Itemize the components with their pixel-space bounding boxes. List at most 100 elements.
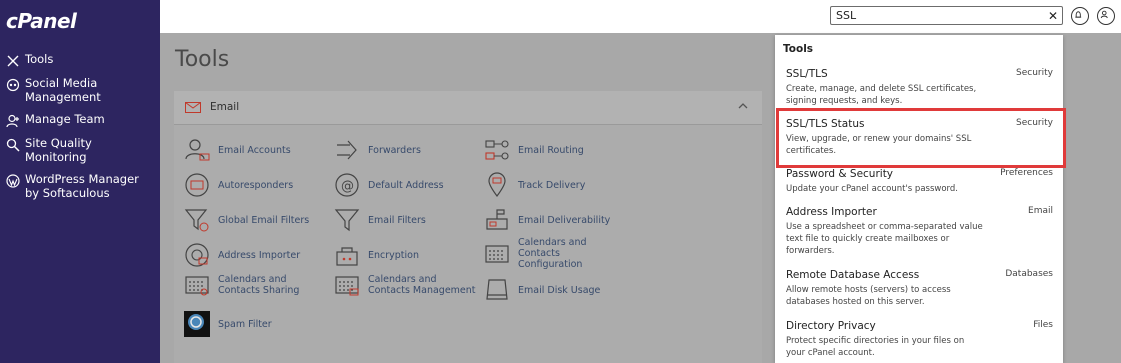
page-title: Tools — [175, 47, 230, 72]
email-accounts-icon — [185, 139, 210, 161]
tool-default-address[interactable]: @ Default Address — [334, 172, 444, 198]
result-category: Databases — [1005, 269, 1053, 279]
sidebar-item-label: Site Quality Monitoring — [25, 136, 92, 164]
result-description: Create, manage, and delete SSL certifica… — [786, 84, 977, 106]
close-icon[interactable]: ✕ — [1048, 8, 1058, 24]
tool-label: Encryption — [368, 249, 420, 261]
tool-track-delivery[interactable]: Track Delivery — [484, 172, 585, 198]
search-results-dropdown: Tools SSL/TLS Security Create, manage, a… — [775, 35, 1063, 363]
email-routing-icon — [485, 140, 509, 160]
calendars-sharing-icon — [185, 276, 209, 296]
encryption-icon — [336, 247, 358, 266]
bell-icon — [1075, 11, 1082, 18]
tool-label: Email Deliverability — [518, 214, 611, 226]
search-input[interactable] — [836, 8, 1036, 23]
panel-title: Email — [210, 101, 240, 113]
tool-address-importer[interactable]: Address Importer — [184, 242, 300, 268]
sidebar-item-manage-team[interactable]: Manage Team — [0, 112, 160, 128]
sidebar-item-site-quality[interactable]: Site Quality Monitoring — [0, 136, 160, 164]
tool-email-filters[interactable]: Email Filters — [334, 207, 426, 233]
forwarders-icon — [337, 140, 357, 160]
tool-label: Calendars and Contacts Management — [368, 274, 476, 296]
social-media-icon — [6, 78, 20, 92]
result-category: Files — [1033, 320, 1053, 330]
wordpress-icon — [6, 174, 20, 188]
global-email-filters-icon — [184, 209, 209, 232]
tool-encryption[interactable]: Encryption — [334, 242, 419, 268]
calendars-config-icon — [485, 244, 509, 263]
svg-text:@: @ — [341, 179, 354, 194]
email-disk-usage-icon — [486, 279, 508, 300]
email-filters-icon — [334, 209, 360, 232]
sidebar-item-tools[interactable]: Tools — [0, 52, 160, 68]
tool-label: Autoresponders — [218, 179, 294, 191]
tool-email-routing[interactable]: Email Routing — [484, 137, 584, 163]
user-icon — [1100, 10, 1108, 19]
cpanel-logo[interactable]: cPanel — [6, 9, 77, 33]
result-description: Use a spreadsheet or comma-separated val… — [786, 222, 983, 256]
tool-autoresponders[interactable]: Autoresponders — [184, 172, 293, 198]
tool-label: Track Delivery — [518, 179, 586, 191]
chevron-up-icon[interactable] — [738, 101, 748, 111]
user-menu-button[interactable] — [1097, 7, 1115, 25]
email-panel: Email Email Accounts Forwarders Email Ro… — [174, 91, 762, 363]
result-item-address-importer[interactable]: Address Importer Email Use a spreadsheet… — [775, 206, 1063, 258]
tool-calendars-config[interactable]: Calendars and Contacts Configuration — [484, 237, 618, 270]
top-header: ✕ — [160, 0, 1121, 33]
tool-label: Email Filters — [368, 214, 426, 226]
sidebar-item-social-media[interactable]: Social Media Management — [0, 76, 160, 104]
address-importer-icon — [185, 243, 209, 267]
tool-email-disk-usage[interactable]: Email Disk Usage — [484, 277, 600, 303]
result-item-remote-database-access[interactable]: Remote Database Access Databases Allow r… — [775, 269, 1063, 309]
tool-label: Address Importer — [218, 249, 301, 261]
sidebar-item-label: WordPress Manager by Softaculous — [25, 172, 139, 200]
notifications-button[interactable] — [1071, 7, 1089, 25]
manage-team-icon — [6, 114, 19, 128]
result-name: Remote Database Access — [786, 269, 920, 281]
calendars-management-icon — [335, 276, 359, 296]
result-item-ssl-tls[interactable]: SSL/TLS Security Create, manage, and del… — [775, 68, 1063, 106]
result-name: Password & Security — [786, 168, 894, 180]
email-deliverability-icon — [486, 209, 508, 230]
result-description: Protect specific directories in your fil… — [786, 336, 965, 358]
result-item-password-security[interactable]: Password & Security Preferences Update y… — [775, 168, 1063, 196]
tool-label: Email Disk Usage — [518, 284, 601, 296]
search-box: ✕ — [830, 6, 1063, 25]
result-description: Allow remote hosts (servers) to access d… — [786, 285, 951, 307]
result-category: Security — [1016, 68, 1053, 78]
next-panel — [174, 359, 762, 363]
sidebar-item-wordpress[interactable]: WordPress Manager by Softaculous — [0, 172, 160, 200]
tool-forwarders[interactable]: Forwarders — [334, 137, 421, 163]
tool-label: Calendars and Contacts Configuration — [518, 237, 587, 270]
autoresponders-icon — [185, 173, 209, 197]
result-item-directory-privacy[interactable]: Directory Privacy Files Protect specific… — [775, 320, 1063, 360]
sidebar-item-label: Social Media Management — [25, 76, 101, 104]
tool-email-accounts[interactable]: Email Accounts — [184, 137, 291, 163]
result-description: Update your cPanel account's password. — [786, 184, 958, 194]
site-quality-icon — [6, 138, 20, 152]
tool-label: Forwarders — [368, 144, 421, 156]
tool-calendars-sharing[interactable]: Calendars and Contacts Sharing — [184, 272, 318, 298]
highlight-box — [776, 108, 1066, 168]
dropdown-heading: Tools — [783, 43, 814, 55]
track-delivery-icon — [488, 172, 506, 198]
sidebar-item-label: Tools — [25, 52, 54, 66]
tool-global-email-filters[interactable]: Global Email Filters — [184, 207, 309, 233]
tool-spam-filter[interactable]: Spam Filter — [184, 311, 272, 337]
tool-label: Email Accounts — [218, 144, 291, 156]
default-address-icon: @ — [335, 173, 359, 197]
tool-label: Global Email Filters — [218, 214, 310, 226]
result-name: Directory Privacy — [786, 320, 876, 332]
tool-label: Spam Filter — [218, 318, 272, 330]
tool-label: Calendars and Contacts Sharing — [218, 274, 300, 296]
tool-email-deliverability[interactable]: Email Deliverability — [484, 207, 610, 233]
result-name: SSL/TLS — [786, 68, 828, 80]
spam-filter-icon — [184, 311, 210, 337]
result-name: Address Importer — [786, 206, 877, 218]
email-panel-header[interactable]: Email — [174, 91, 762, 125]
sidebar: cPanel Tools Social Media Management Man… — [0, 0, 160, 363]
sidebar-item-label: Manage Team — [25, 112, 105, 126]
tool-calendars-management[interactable]: Calendars and Contacts Management — [334, 272, 478, 298]
tool-label: Default Address — [368, 179, 444, 191]
tools-icon — [7, 55, 19, 67]
